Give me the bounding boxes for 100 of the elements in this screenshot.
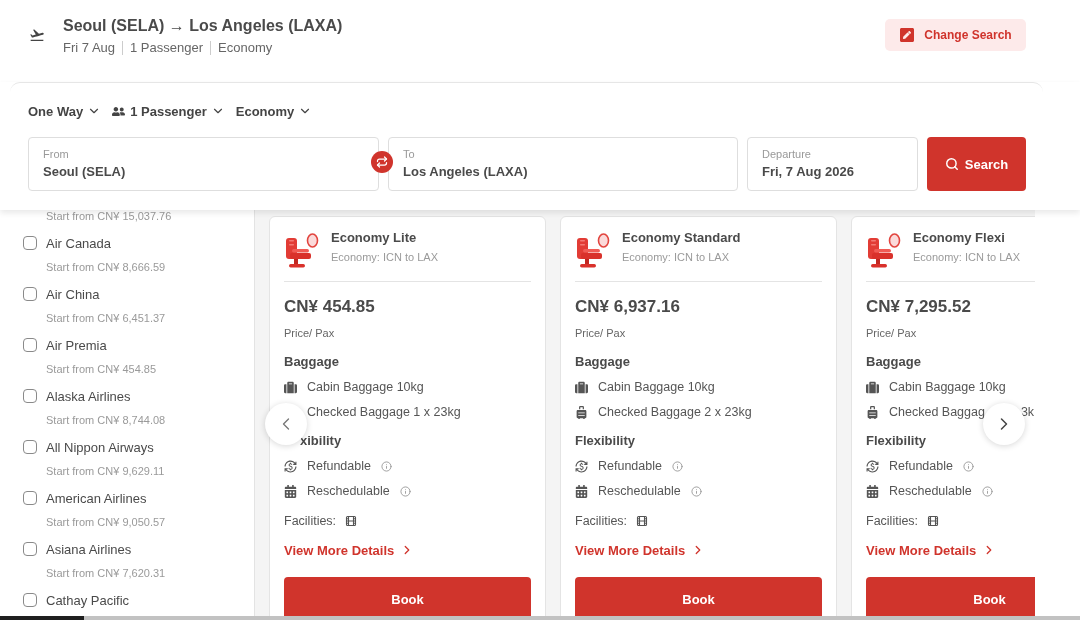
trip-detail: Economy <box>210 41 280 55</box>
info-icon[interactable] <box>690 485 702 497</box>
book-button[interactable]: Book <box>284 577 531 616</box>
airline-name: All Nippon Airways <box>46 439 154 455</box>
route-title: Seoul (SELA) → Los Angeles (LAXA) <box>63 16 343 36</box>
dollar-exchange-icon <box>284 459 297 473</box>
airline-checkbox[interactable] <box>23 440 37 454</box>
search-button[interactable]: Search <box>927 137 1026 191</box>
info-icon[interactable] <box>380 460 392 472</box>
airline-name: American Airlines <box>46 490 147 506</box>
field-value: Seoul (SELA) <box>43 163 127 181</box>
info-icon[interactable] <box>671 460 683 472</box>
fare-route: Economy: ICN to LAX <box>622 250 730 264</box>
baggage-text: 3k <box>1020 404 1035 421</box>
fare-price: CN¥ 7,295.52 <box>866 296 971 318</box>
airline-name: Air Canada <box>46 235 112 251</box>
airline-name: Cathay Pacific <box>46 592 130 608</box>
book-button[interactable]: Book <box>866 577 1035 616</box>
dollar-exchange-icon <box>866 459 879 473</box>
field-label: From <box>43 147 70 161</box>
suitcase-icon <box>575 380 588 394</box>
airline-checkbox[interactable] <box>23 491 37 505</box>
fare-title: Economy Flexi <box>913 229 1006 247</box>
view-details-link[interactable]: View More Details <box>284 541 415 559</box>
film-icon <box>636 515 649 527</box>
airline-name: Air China <box>46 286 100 302</box>
airline-name: Air Premia <box>46 337 107 353</box>
trip-type-dropdown[interactable]: One Way <box>28 103 102 119</box>
airline-price: Start from CN¥ 6,451.37 <box>45 311 166 326</box>
film-icon <box>345 515 358 527</box>
trip-detail: 1 Passenger <box>122 41 211 55</box>
airline-checkbox[interactable] <box>23 542 37 556</box>
date-field[interactable]: Departure Fri, 7 Aug 2026 <box>747 137 918 191</box>
flexibility-text: Reschedulable <box>598 483 681 500</box>
baggage-text: Cabin Baggage 10kg <box>307 379 424 396</box>
airline-price: Start from CN¥ 9,050.57 <box>45 515 166 530</box>
airline-checkbox[interactable] <box>23 389 37 403</box>
plane-takeoff-icon <box>29 27 45 43</box>
flexibility-text: Reschedulable <box>307 483 390 500</box>
field-value: Fri, 7 Aug 2026 <box>762 163 855 181</box>
section-heading: Baggage <box>866 353 921 371</box>
airline-checkbox[interactable] <box>23 287 37 301</box>
view-details-link[interactable]: View More Details <box>866 541 997 559</box>
section-heading: Flexibility <box>575 432 635 450</box>
airline-price: Start from CN¥ 15,037.76 <box>45 210 172 224</box>
field-label: To <box>403 147 416 161</box>
facilities-label: Facilities: <box>284 513 337 530</box>
passenger-dropdown[interactable]: 1 Passenger <box>112 103 225 119</box>
fare-title: Economy Lite <box>331 229 418 247</box>
airline-price: Start from CN¥ 7,620.31 <box>45 566 166 581</box>
origin-field[interactable]: From Seoul (SELA) <box>28 137 379 191</box>
flexibility-text: Refundable <box>889 458 953 475</box>
info-icon[interactable] <box>981 485 993 497</box>
book-button[interactable]: Book <box>575 577 822 616</box>
suitcase-icon <box>866 380 879 394</box>
calendar-icon <box>575 484 588 498</box>
fare-route: Economy: ICN to LAX <box>913 250 1020 264</box>
flexibility-text: Refundable <box>307 458 371 475</box>
film-icon <box>927 515 940 527</box>
airline-seat-icon <box>576 233 610 268</box>
airline-price: Start from CN¥ 9,629.11 <box>45 464 165 479</box>
users-icon <box>112 104 126 118</box>
search-icon <box>944 157 959 171</box>
section-heading: Baggage <box>575 353 630 371</box>
airline-seat-icon <box>285 233 319 268</box>
field-label: Departure <box>762 147 812 161</box>
airline-price: Start from CN¥ 8,744.08 <box>45 413 166 428</box>
airline-checkbox[interactable] <box>23 236 37 250</box>
facilities-label: Facilities: <box>575 513 628 530</box>
price-note: Price/ Pax <box>284 326 335 340</box>
info-icon[interactable] <box>399 485 411 497</box>
flexibility-text: Reschedulable <box>889 483 972 500</box>
price-note: Price/ Pax <box>866 326 917 340</box>
price-note: Price/ Pax <box>575 326 626 340</box>
swap-icon <box>376 156 388 168</box>
change-search-button[interactable]: Change Search <box>885 19 1026 51</box>
airline-price: Start from CN¥ 454.85 <box>45 362 157 377</box>
section-heading: xibility <box>300 432 342 450</box>
info-icon[interactable] <box>962 460 974 472</box>
suitcase-icon <box>284 380 297 394</box>
airline-checkbox[interactable] <box>23 593 37 607</box>
airline-seat-icon <box>867 233 901 268</box>
swap-button[interactable] <box>371 151 393 173</box>
scrollbar-thumb[interactable] <box>0 616 84 620</box>
airline-price: Start from CN¥ 8,666.59 <box>45 260 166 275</box>
cabin-class-dropdown[interactable]: Economy <box>235 103 313 119</box>
edit-icon <box>899 27 916 43</box>
fare-price: CN¥ 6,937.16 <box>575 296 680 318</box>
destination-field[interactable]: To Los Angeles (LAXA) <box>388 137 738 191</box>
baggage-text: Checked Baggage 1 x 23kg <box>307 404 461 421</box>
baggage-text: Checked Baggag <box>889 404 985 421</box>
fare-price: CN¥ 454.85 <box>284 296 375 318</box>
airline-checkbox[interactable] <box>23 338 37 352</box>
flexibility-text: Refundable <box>598 458 662 475</box>
view-details-link[interactable]: View More Details <box>575 541 706 559</box>
baggage-text: Cabin Baggage 10kg <box>889 379 1006 396</box>
fare-route: Economy: ICN to LAX <box>331 250 438 264</box>
field-value: Los Angeles (LAXA) <box>403 163 529 181</box>
fare-title: Economy Standard <box>622 229 741 247</box>
section-heading: Baggage <box>284 353 339 371</box>
